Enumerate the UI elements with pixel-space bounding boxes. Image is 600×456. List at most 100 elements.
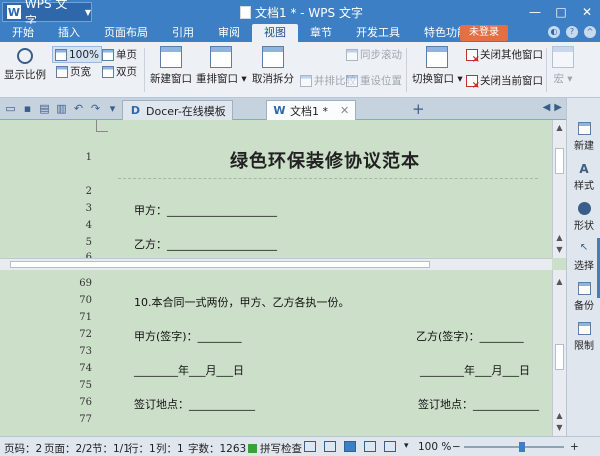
web-view-icon[interactable] bbox=[384, 441, 396, 452]
zoom-button[interactable]: 显示比例 bbox=[4, 46, 46, 82]
party-a-line[interactable]: 甲方：____________________ bbox=[134, 202, 277, 218]
status-row: 行：1 bbox=[128, 443, 156, 455]
horizontal-scrollbar[interactable] bbox=[0, 258, 552, 270]
task-style-button[interactable]: A 样式 bbox=[567, 162, 600, 192]
scroll-left-icon[interactable]: ◀ bbox=[543, 102, 551, 113]
app-menu-button[interactable]: W WPS 文字 ▼ bbox=[2, 0, 92, 28]
task-shape-button[interactable]: 形状 bbox=[567, 202, 600, 232]
help-icon[interactable]: ? bbox=[566, 26, 578, 38]
close-button[interactable]: ✕ bbox=[574, 0, 600, 24]
document-title[interactable]: 绿色环保装修协议范本 bbox=[230, 147, 420, 173]
scroll-up-icon[interactable]: ▲ bbox=[554, 122, 565, 133]
doc-tab-document1[interactable]: W 文档1 * ✕ bbox=[266, 100, 357, 120]
page-width-label: 页宽 bbox=[70, 66, 91, 78]
magnifier-icon bbox=[17, 48, 33, 64]
outline-view-icon[interactable] bbox=[364, 441, 376, 452]
close-tab-icon[interactable]: ✕ bbox=[340, 104, 349, 117]
task-backup-button[interactable]: 备份 bbox=[567, 282, 600, 312]
undo-icon[interactable]: ↶ bbox=[72, 102, 85, 115]
close-current-window-button[interactable]: 关闭当前窗口 bbox=[466, 72, 543, 91]
macro-button[interactable]: 宏 ▾ bbox=[552, 46, 574, 86]
party-a-signature[interactable]: 甲方(签字)：________ bbox=[134, 328, 242, 344]
tab-view[interactable]: 视图 bbox=[252, 24, 298, 42]
status-page-code[interactable]: 页码：2 bbox=[4, 441, 42, 456]
doc-tab-docer[interactable]: D Docer-在线模板 bbox=[122, 100, 233, 120]
document-pane-bottom[interactable]: 69 70 10.本合同一式两份，甲方、乙方各执一份。 71 72 甲方(签字)… bbox=[0, 270, 566, 436]
skin-icon[interactable]: ◐ bbox=[548, 26, 560, 38]
close-other-windows-button[interactable]: 关闭其他窗口 bbox=[466, 46, 543, 65]
prev-page-icon[interactable]: ▲ bbox=[554, 232, 565, 243]
double-page-button[interactable]: 双页 bbox=[102, 63, 137, 80]
print-icon[interactable]: ▤ bbox=[38, 102, 51, 115]
scroll-up-icon[interactable]: ▲ bbox=[554, 276, 565, 287]
line-number: 71 bbox=[79, 312, 92, 323]
h-scrollbar-thumb[interactable] bbox=[10, 261, 430, 268]
clause-10-text[interactable]: 10.本合同一式两份，甲方、乙方各执一份。 bbox=[134, 294, 350, 310]
scrollbar-thumb[interactable] bbox=[555, 148, 564, 174]
sync-scroll-button[interactable]: 同步滚动 bbox=[346, 46, 402, 63]
word-count[interactable]: 字数：1263 bbox=[188, 441, 246, 456]
single-page-button[interactable]: 单页 bbox=[102, 46, 137, 63]
tab-page-layout[interactable]: 页面布局 bbox=[92, 24, 160, 42]
party-b-date[interactable]: ________年___月___日 bbox=[420, 362, 530, 378]
scroll-right-icon[interactable]: ▶ bbox=[554, 102, 562, 113]
document-pane-top[interactable]: 1 绿色环保装修协议范本 2 3 甲方：____________________… bbox=[0, 120, 566, 270]
tab-developer[interactable]: 开发工具 bbox=[344, 24, 412, 42]
task-select-button[interactable]: ↖ 选择 bbox=[567, 242, 600, 272]
line-number: 69 bbox=[79, 278, 92, 289]
new-window-button[interactable]: 新建窗口 bbox=[150, 46, 192, 86]
maximize-button[interactable]: □ bbox=[548, 0, 574, 24]
sync-scroll-label: 同步滚动 bbox=[360, 49, 402, 61]
login-button[interactable]: 未登录 bbox=[460, 25, 508, 41]
window-title-text: 文档1 * - WPS 文字 bbox=[255, 6, 363, 20]
next-page-icon[interactable]: ▼ bbox=[554, 422, 565, 433]
fullscreen-view-icon[interactable] bbox=[304, 441, 316, 452]
arrange-window-button[interactable]: 重排窗口 ▾ bbox=[196, 46, 247, 86]
party-b-signature[interactable]: 乙方(签字)：________ bbox=[416, 328, 524, 344]
party-a-sign-place[interactable]: 签订地点：____________ bbox=[134, 396, 255, 412]
task-shape-label: 形状 bbox=[574, 221, 594, 232]
open-folder-icon[interactable]: ▭ bbox=[4, 102, 17, 115]
cancel-split-button[interactable]: 取消拆分 bbox=[252, 46, 294, 86]
view-menu-icon[interactable]: ▾ bbox=[404, 441, 409, 451]
zoom-in-icon[interactable]: + bbox=[570, 441, 579, 453]
switch-window-button[interactable]: 切换窗口 ▾ bbox=[412, 46, 463, 86]
task-restrict-button[interactable]: 限制 bbox=[567, 322, 600, 352]
zoom-100-button[interactable]: 100% bbox=[52, 46, 103, 63]
line-number: 2 bbox=[85, 186, 92, 197]
tab-insert[interactable]: 插入 bbox=[46, 24, 92, 42]
new-tab-icon[interactable]: + bbox=[412, 100, 425, 118]
spell-check-toggle[interactable]: 拼写检查 bbox=[248, 441, 302, 456]
tab-review[interactable]: 审阅 bbox=[206, 24, 252, 42]
tab-home[interactable]: 开始 bbox=[0, 24, 46, 42]
save-icon[interactable]: ▪ bbox=[21, 102, 34, 115]
party-b-line[interactable]: 乙方：____________________ bbox=[134, 236, 277, 252]
scrollbar-thumb[interactable] bbox=[555, 344, 564, 370]
vertical-scrollbar[interactable]: ▲ ▲ ▼ bbox=[552, 270, 566, 436]
party-b-sign-place[interactable]: 签订地点：____________ bbox=[418, 396, 539, 412]
line-number: 73 bbox=[79, 346, 92, 357]
print-preview-icon[interactable]: ▥ bbox=[55, 102, 68, 115]
zoom-slider[interactable] bbox=[464, 442, 564, 452]
tab-sections[interactable]: 章节 bbox=[298, 24, 344, 42]
collapse-ribbon-icon[interactable]: ^ bbox=[584, 26, 596, 38]
party-a-date[interactable]: ________年___月___日 bbox=[134, 362, 244, 378]
vertical-scrollbar[interactable]: ▲ ▲ ▼ bbox=[552, 120, 566, 258]
status-pages[interactable]: 页面：2/2 bbox=[44, 441, 92, 456]
customize-toolbar-icon[interactable]: ▾ bbox=[106, 102, 119, 115]
task-new-button[interactable]: 新建 bbox=[567, 122, 600, 152]
next-page-icon[interactable]: ▼ bbox=[554, 244, 565, 255]
page-view-icon[interactable] bbox=[324, 441, 336, 452]
tab-references[interactable]: 引用 bbox=[160, 24, 206, 42]
reset-position-button[interactable]: 重设位置 bbox=[346, 72, 402, 89]
page-width-button[interactable]: 页宽 bbox=[56, 63, 102, 80]
spell-check-icon bbox=[248, 444, 257, 453]
prev-page-icon[interactable]: ▲ bbox=[554, 410, 565, 421]
minimize-button[interactable]: — bbox=[522, 0, 548, 24]
zoom-slider-thumb[interactable] bbox=[519, 442, 525, 452]
redo-icon[interactable]: ↷ bbox=[89, 102, 102, 115]
zoom-level[interactable]: 100 % bbox=[418, 441, 451, 453]
shape-icon bbox=[577, 202, 591, 215]
reading-layout-icon[interactable] bbox=[344, 441, 356, 452]
zoom-out-icon[interactable]: − bbox=[452, 441, 461, 453]
